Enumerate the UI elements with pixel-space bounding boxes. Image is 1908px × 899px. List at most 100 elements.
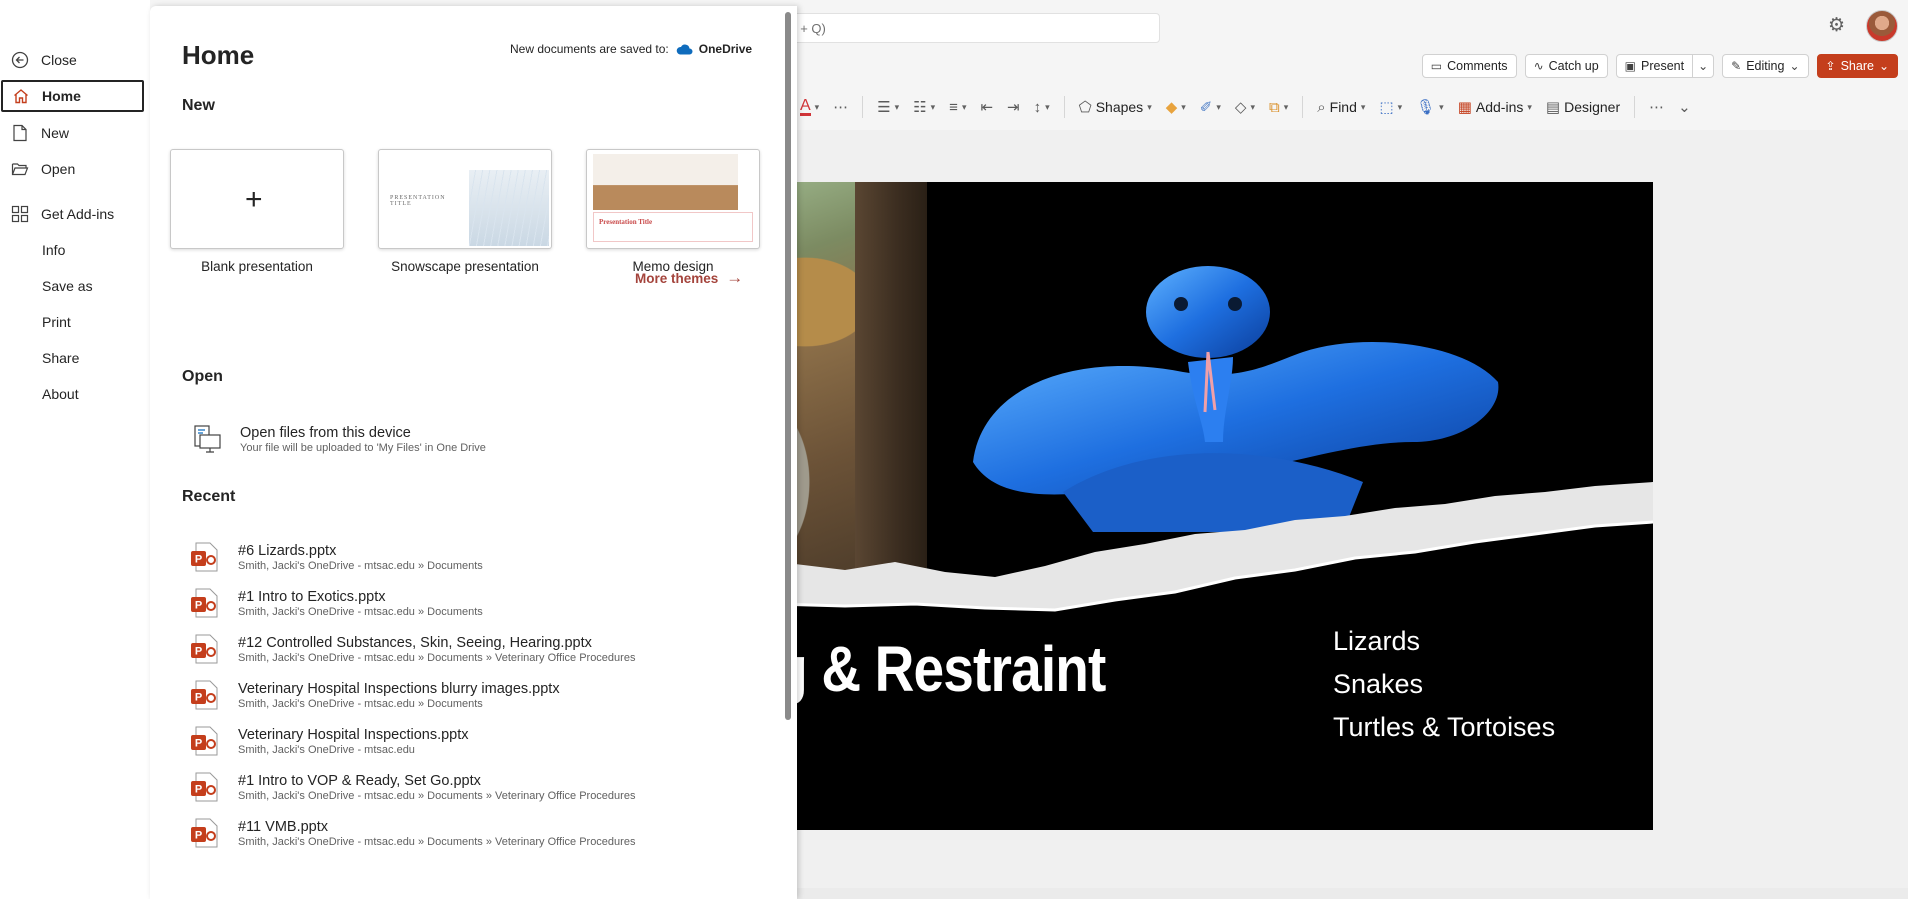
more-themes-link[interactable]: More themes → [635, 268, 743, 288]
nav-share[interactable]: Share [0, 342, 150, 374]
recent-file-row[interactable]: P Veterinary Hospital Inspections blurry… [190, 672, 750, 718]
arrange-button[interactable]: ⧉ ▾ [1269, 99, 1288, 116]
powerpoint-file-icon: P [191, 680, 218, 710]
catch-up-label: Catch up [1548, 59, 1599, 73]
expand-ribbon-button[interactable]: ⌄ [1678, 98, 1691, 116]
title-band [593, 212, 753, 242]
add-ins-button[interactable]: ▦ Add-ins ▾ [1458, 98, 1532, 116]
recent-file-row[interactable]: P #1 Intro to VOP & Ready, Set Go.pptx S… [190, 764, 750, 810]
editing-mode-button[interactable]: ✎ Editing ⌄ [1722, 54, 1809, 78]
slide-list-item: Lizards [1333, 626, 1421, 656]
nav-label: Print [42, 314, 71, 330]
save-location-note: New documents are saved to: OneDrive [510, 42, 752, 56]
nav-label: About [42, 386, 79, 402]
recent-file-text: #11 VMB.pptx Smith, Jacki's OneDrive - m… [238, 819, 635, 848]
shape-effects-button[interactable]: ◇ ▾ [1235, 98, 1255, 116]
designer-button[interactable]: ▤ Designer [1546, 98, 1620, 116]
find-label: Find [1329, 99, 1357, 115]
file-name: #1 Intro to Exotics.pptx [238, 588, 386, 605]
open-from-device[interactable]: Open files from this device Your file wi… [192, 418, 712, 460]
comments-button[interactable]: ▭ Comments [1421, 54, 1517, 78]
numbering-button[interactable]: ☷ ▾ [913, 98, 935, 116]
nav-label: Save as [42, 278, 93, 294]
thumbnail-title: Presentation Title [599, 218, 653, 226]
recent-file-row[interactable]: P #11 VMB.pptx Smith, Jacki's OneDrive -… [190, 810, 750, 856]
decrease-indent-button[interactable]: ⇤ [980, 98, 993, 116]
new-heading: New [182, 97, 215, 114]
present-label: Present [1641, 59, 1685, 73]
file-name: #1 Intro to VOP & Ready, Set Go.pptx [238, 772, 481, 789]
recent-file-row[interactable]: P Veterinary Hospital Inspections.pptx S… [190, 718, 750, 764]
ellipsis-icon: ⋯ [833, 99, 849, 116]
recent-file-row[interactable]: P #1 Intro to Exotics.pptx Smith, Jacki'… [190, 580, 750, 626]
nav-get-add-ins[interactable]: Get Add-ins [0, 198, 150, 230]
recent-file-text: #1 Intro to Exotics.pptx Smith, Jacki's … [238, 589, 483, 618]
user-avatar[interactable] [1866, 10, 1898, 42]
slide-preview[interactable]: ndling & Restraint Lizards Snakes Turtle… [655, 182, 1653, 830]
nav-print[interactable]: Print [0, 306, 150, 338]
nav-label: Info [42, 242, 66, 258]
template-memo-design[interactable]: Presentation Title Memo design [586, 149, 760, 274]
more-options-button[interactable]: ⋯ [1649, 98, 1664, 116]
dictate-button[interactable]: 🎙 ▾ [1416, 98, 1444, 116]
chevron-down-icon: ⌄ [1878, 59, 1889, 73]
nav-new[interactable]: New [0, 117, 150, 149]
file-name: #11 VMB.pptx [238, 818, 329, 835]
template-snowscape[interactable]: PRESENTATION TITLE Snowscape presentatio… [378, 149, 552, 274]
nav-close[interactable]: Close [0, 44, 150, 76]
open-heading: Open [182, 368, 223, 385]
present-button[interactable]: ▣ Present [1615, 54, 1694, 78]
recent-file-row[interactable]: P #12 Controlled Substances, Skin, Seein… [190, 626, 750, 672]
svg-text:P: P [195, 554, 202, 566]
command-bar: ▭ Comments ∿ Catch up ▣ Present ⌄ ✎ Edit… [655, 54, 1898, 80]
microphone-icon: 🎙 [1416, 99, 1436, 116]
apps-grid-icon: ▦ [1457, 99, 1472, 116]
recent-file-text: #1 Intro to VOP & Ready, Set Go.pptx Smi… [238, 773, 635, 802]
file-path: Smith, Jacki's OneDrive - mtsac.edu » Do… [238, 789, 636, 802]
catch-up-button[interactable]: ∿ Catch up [1524, 54, 1608, 78]
find-button[interactable]: ⌕ Find ▾ [1317, 99, 1365, 116]
powerpoint-file-icon: P [191, 772, 218, 802]
increase-indent-button[interactable]: ⇥ [1007, 98, 1020, 116]
shapes-icon: ⬠ [1078, 99, 1092, 116]
shape-outline-button[interactable]: ✐ ▾ [1200, 98, 1221, 116]
bullets-button[interactable]: ☰ ▾ [877, 98, 899, 116]
align-button[interactable]: ≡ ▾ [949, 99, 966, 116]
select-button[interactable]: ⬚ ▾ [1379, 98, 1402, 116]
panel-scrollbar[interactable] [785, 12, 791, 720]
recent-file-text: Veterinary Hospital Inspections blurry i… [238, 681, 560, 710]
nav-info[interactable]: Info [0, 234, 150, 266]
file-name: #6 Lizards.pptx [238, 542, 337, 559]
nav-label: Get Add-ins [41, 206, 115, 222]
computer-upload-icon [194, 425, 221, 453]
svg-text:P: P [195, 600, 202, 612]
line-spacing-button[interactable]: ↕ ▾ [1034, 99, 1050, 116]
template-blank[interactable]: + Blank presentation [170, 149, 344, 274]
recent-file-row[interactable]: P #6 Lizards.pptx Smith, Jacki's OneDriv… [190, 534, 750, 580]
template-label: Blank presentation [201, 259, 313, 274]
nav-home[interactable]: Home [1, 80, 144, 112]
share-icon: ⇪ [1825, 59, 1836, 73]
more-font-options-button[interactable]: ⋯ [833, 98, 848, 116]
nav-save-as[interactable]: Save as [0, 270, 150, 302]
nav-open[interactable]: Open [0, 153, 150, 185]
recent-file-text: #12 Controlled Substances, Skin, Seeing,… [238, 635, 635, 664]
settings-gear-icon[interactable]: ⚙ [1828, 16, 1848, 36]
present-dropdown-button[interactable]: ⌄ [1693, 54, 1715, 78]
frosted-grass-image [469, 170, 549, 246]
nav-about[interactable]: About [0, 378, 150, 410]
shape-fill-button[interactable]: ◆ ▾ [1166, 98, 1186, 116]
back-circle-icon [9, 51, 31, 69]
recent-heading: Recent [182, 488, 236, 505]
slide-list-item: Turtles & Tortoises [1333, 712, 1556, 742]
share-button[interactable]: ⇪ Share ⌄ [1816, 54, 1898, 78]
plus-icon: + [245, 183, 263, 216]
apps-grid-icon [9, 205, 31, 223]
svg-text:P: P [195, 692, 202, 704]
onedrive-cloud-icon [676, 44, 693, 55]
bullets-icon: ☰ [877, 99, 891, 116]
font-color-button[interactable]: A ▾ [800, 97, 819, 116]
nav-label: Share [42, 350, 80, 366]
shapes-button[interactable]: ⬠ Shapes ▾ [1079, 98, 1152, 116]
search-input[interactable]: t + Q) [780, 13, 1160, 43]
